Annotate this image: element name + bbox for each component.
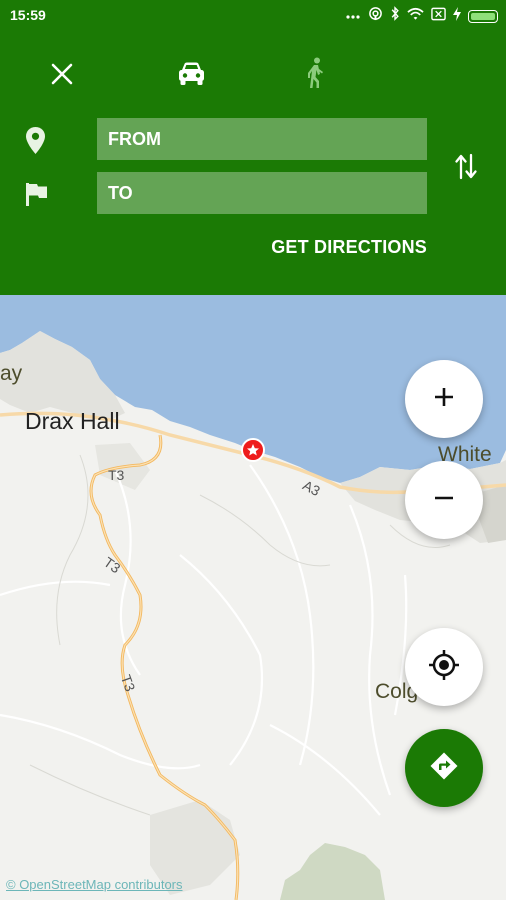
- crosshair-icon: [428, 649, 460, 686]
- close-icon[interactable]: [51, 63, 73, 90]
- map-view[interactable]: T3 T3 T3 A3 ay Drax Hall White Colg © Op…: [0, 295, 506, 900]
- status-icons: [345, 6, 498, 26]
- map-attribution-link[interactable]: © OpenStreetMap contributors: [6, 877, 183, 892]
- flag-icon: [25, 182, 48, 212]
- place-label: Drax Hall: [25, 408, 120, 434]
- status-time: 15:59: [10, 7, 46, 23]
- road-label: T3: [108, 467, 125, 483]
- directions-button[interactable]: [405, 729, 483, 807]
- from-input[interactable]: [97, 118, 427, 160]
- minus-icon: [433, 487, 455, 514]
- zoom-out-button[interactable]: [405, 461, 483, 539]
- directions-header: GET DIRECTIONS: [0, 30, 506, 295]
- car-icon[interactable]: [177, 61, 206, 93]
- sim-off-icon: [431, 7, 446, 26]
- status-bar: 15:59: [0, 0, 506, 30]
- battery-icon: [468, 9, 498, 23]
- wifi-icon: [407, 7, 424, 26]
- place-label: ay: [0, 362, 23, 385]
- location-marker[interactable]: [241, 438, 265, 462]
- more-dots-icon: [345, 7, 361, 26]
- plus-icon: [433, 386, 455, 413]
- get-directions-button[interactable]: GET DIRECTIONS: [271, 237, 427, 258]
- location-pin-icon: [25, 126, 46, 160]
- swap-icon[interactable]: [455, 153, 478, 185]
- directions-icon: [429, 751, 459, 786]
- my-location-button[interactable]: [405, 628, 483, 706]
- hotspot-icon: [368, 6, 383, 26]
- walk-icon[interactable]: [305, 57, 325, 94]
- bluetooth-icon: [390, 6, 400, 26]
- zoom-in-button[interactable]: [405, 360, 483, 438]
- to-input[interactable]: [97, 172, 427, 214]
- charging-icon: [453, 6, 461, 26]
